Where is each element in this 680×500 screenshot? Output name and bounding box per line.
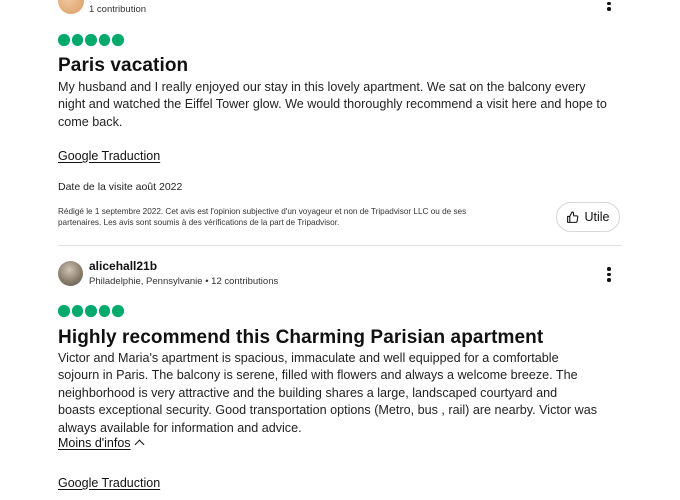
reviewer-username[interactable]: alicehall21b	[89, 259, 157, 273]
rating-bubble	[71, 34, 83, 46]
review-body-line: always available for information and adv…	[58, 420, 302, 435]
reviewer-contributions: 1 contribution	[89, 4, 147, 15]
helpful-label: Utile	[584, 210, 610, 224]
review-disclaimer: Rédigé le 1 septembre 2022. Cet avis est…	[58, 206, 548, 228]
rating-bubble	[98, 34, 110, 46]
rating-bubble	[112, 34, 124, 46]
reviewer-location-contributions: Philadelphie, Pennsylvanie • 12 contribu…	[89, 276, 279, 287]
rating-bubble	[85, 305, 97, 317]
review-divider	[58, 245, 622, 246]
rating-bubble	[98, 305, 110, 317]
rating-bubble	[58, 305, 70, 317]
review-body: My husband and I really enjoyed our stay…	[58, 79, 638, 131]
disclaimer-line: partenaires. Les avis sont soumis à des …	[58, 218, 340, 227]
more-options-icon[interactable]	[604, 267, 614, 282]
disclaimer-line: Rédigé le 1 septembre 2022. Cet avis est…	[58, 207, 467, 216]
chevron-up-icon	[134, 439, 145, 449]
rating-bubble	[112, 305, 124, 317]
reviewer-avatar[interactable]	[58, 261, 83, 286]
rating-bubbles	[58, 305, 124, 317]
review-title[interactable]: Highly recommend this Charming Parisian …	[58, 327, 543, 349]
thumbs-up-icon	[566, 211, 579, 224]
less-info-label: Moins d'infos	[58, 436, 131, 450]
visit-date: Date de la visite août 2022	[58, 181, 183, 193]
google-translate-link[interactable]: Google Traduction	[58, 476, 160, 490]
review-body-line: Victor and Maria's apartment is spacious…	[58, 351, 559, 365]
review-body-line: come back.	[58, 114, 123, 129]
google-translate-link[interactable]: Google Traduction	[58, 149, 160, 163]
helpful-button[interactable]: Utile	[556, 202, 620, 232]
review-body: Victor and Maria's apartment is spacious…	[58, 350, 648, 437]
review-title[interactable]: Paris vacation	[58, 55, 188, 77]
review-body-line: neighborhood is very attractive and the …	[58, 385, 558, 400]
review-body-line: night and watched the Eiffel Tower glow.…	[58, 97, 607, 112]
rating-bubble	[58, 34, 70, 46]
rating-bubble	[85, 34, 97, 46]
less-info-link[interactable]: Moins d'infos	[58, 436, 145, 450]
review-body-line: sojourn in Paris. The balcony is serene,…	[58, 368, 578, 383]
rating-bubble	[71, 305, 83, 317]
reviewer-avatar[interactable]	[58, 0, 84, 14]
review-body-line: boasts exceptional security. Good transp…	[58, 403, 597, 418]
more-options-icon[interactable]	[604, 0, 614, 11]
rating-bubbles	[58, 34, 124, 46]
review-body-line: My husband and I really enjoyed our stay…	[58, 80, 586, 94]
